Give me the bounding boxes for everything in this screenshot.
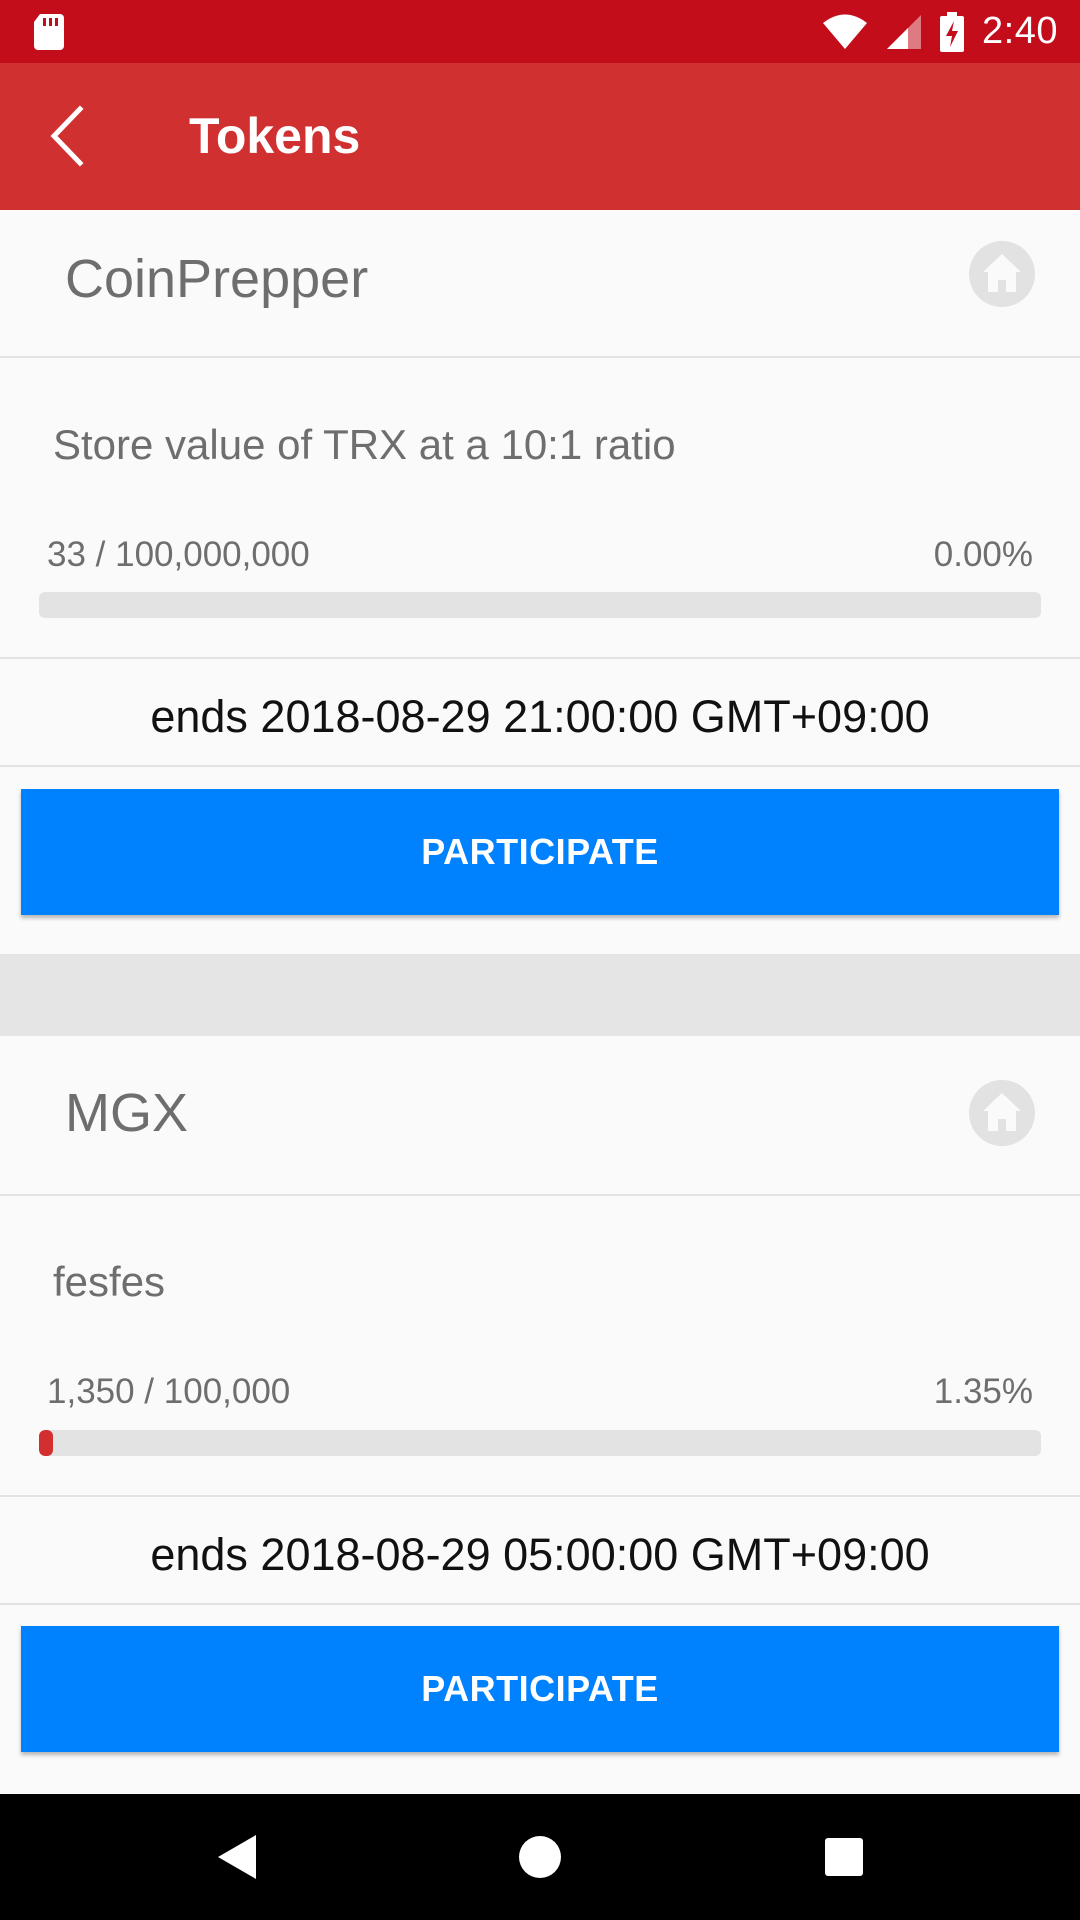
token-name: MGX [65,1083,189,1143]
page-title: Tokens [189,108,361,164]
token-supply: 1,350 / 100,000 [47,1372,291,1411]
token-end-date: ends 2018-08-29 05:00:00 GMT+09:00 [150,1529,930,1580]
home-circle-icon[interactable] [510,1827,570,1887]
divider [0,1194,1080,1196]
token-description: fesfes [53,1258,166,1305]
status-time: 2:40 [982,10,1058,52]
sd-card-icon [34,14,64,50]
app-screen: 2:40 Tokens CoinPrepper Store value of T… [0,0,1080,1920]
token-card: CoinPrepper Store value of TRX at a 10:1… [0,210,1080,980]
app-toolbar: Tokens [0,63,1080,210]
progress-bar [39,1430,1041,1456]
token-name: CoinPrepper [65,249,369,309]
card-separator [0,954,1080,1036]
home-icon[interactable] [969,1080,1035,1146]
progress-bar [39,592,1041,618]
home-icon[interactable] [969,241,1035,307]
divider [0,356,1080,358]
divider [0,657,1080,659]
token-card: MGX fesfes 1,350 / 100,000 1.35% ends 20… [0,1036,1080,1794]
wifi-icon [823,14,868,49]
battery-charging-icon [940,11,965,52]
token-list[interactable]: CoinPrepper Store value of TRX at a 10:1… [0,210,1080,1794]
back-triangle-icon[interactable] [206,1827,266,1887]
recents-square-icon[interactable] [814,1827,874,1887]
token-description: Store value of TRX at a 10:1 ratio [53,421,676,468]
token-percent: 1.35% [933,1372,1033,1411]
divider [0,1603,1080,1605]
cell-signal-icon [887,14,922,49]
divider [0,765,1080,767]
status-icons: 2:40 [822,0,1058,63]
token-percent: 0.00% [933,535,1033,574]
participate-button[interactable]: PARTICIPATE [21,1626,1059,1752]
participate-button[interactable]: PARTICIPATE [21,789,1059,915]
chevron-left-icon[interactable] [44,103,94,169]
divider [0,1495,1080,1497]
status-bar: 2:40 [0,0,1080,63]
progress-fill [39,1430,53,1456]
token-end-date: ends 2018-08-29 21:00:00 GMT+09:00 [150,691,930,742]
system-nav-bar [0,1794,1080,1920]
token-supply: 33 / 100,000,000 [47,535,310,574]
